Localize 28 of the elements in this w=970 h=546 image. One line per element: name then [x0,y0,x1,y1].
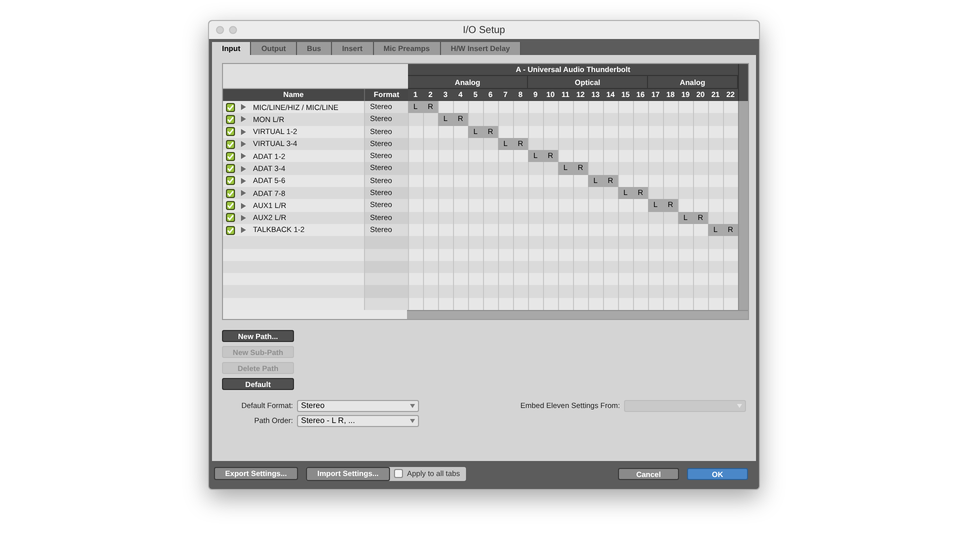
checkbox[interactable] [226,176,234,186]
checkbox[interactable] [394,469,403,478]
dropdown[interactable]: Stereo - L R, ... [297,415,419,428]
checkbox[interactable] [226,127,234,136]
dropdown-arrow-icon [410,404,415,408]
checkbox[interactable] [226,213,234,222]
format-cell [364,260,408,274]
dropdown-arrow-icon [737,404,742,408]
format-cell [364,285,408,298]
checkbox[interactable] [226,152,234,161]
checkbox[interactable] [226,164,234,174]
format-cell [364,298,408,310]
format-cell [364,236,408,249]
checkbox[interactable] [226,201,234,210]
minimize-button[interactable] [229,26,237,34]
close-button[interactable] [216,26,224,34]
checkbox[interactable] [226,140,234,149]
checkbox[interactable] [226,102,234,112]
checkbox[interactable] [226,188,234,198]
dropdown-arrow-icon [410,419,415,424]
window-title: I/O Setup [462,24,506,38]
dropdown[interactable]: Stereo [297,400,419,412]
checkbox[interactable] [226,226,234,235]
vertical-scrollbar[interactable] [738,101,748,310]
checkbox[interactable] [226,114,234,124]
format-cell [364,273,408,286]
format-cell [364,248,408,261]
horizontal-scrollbar[interactable] [407,310,748,320]
